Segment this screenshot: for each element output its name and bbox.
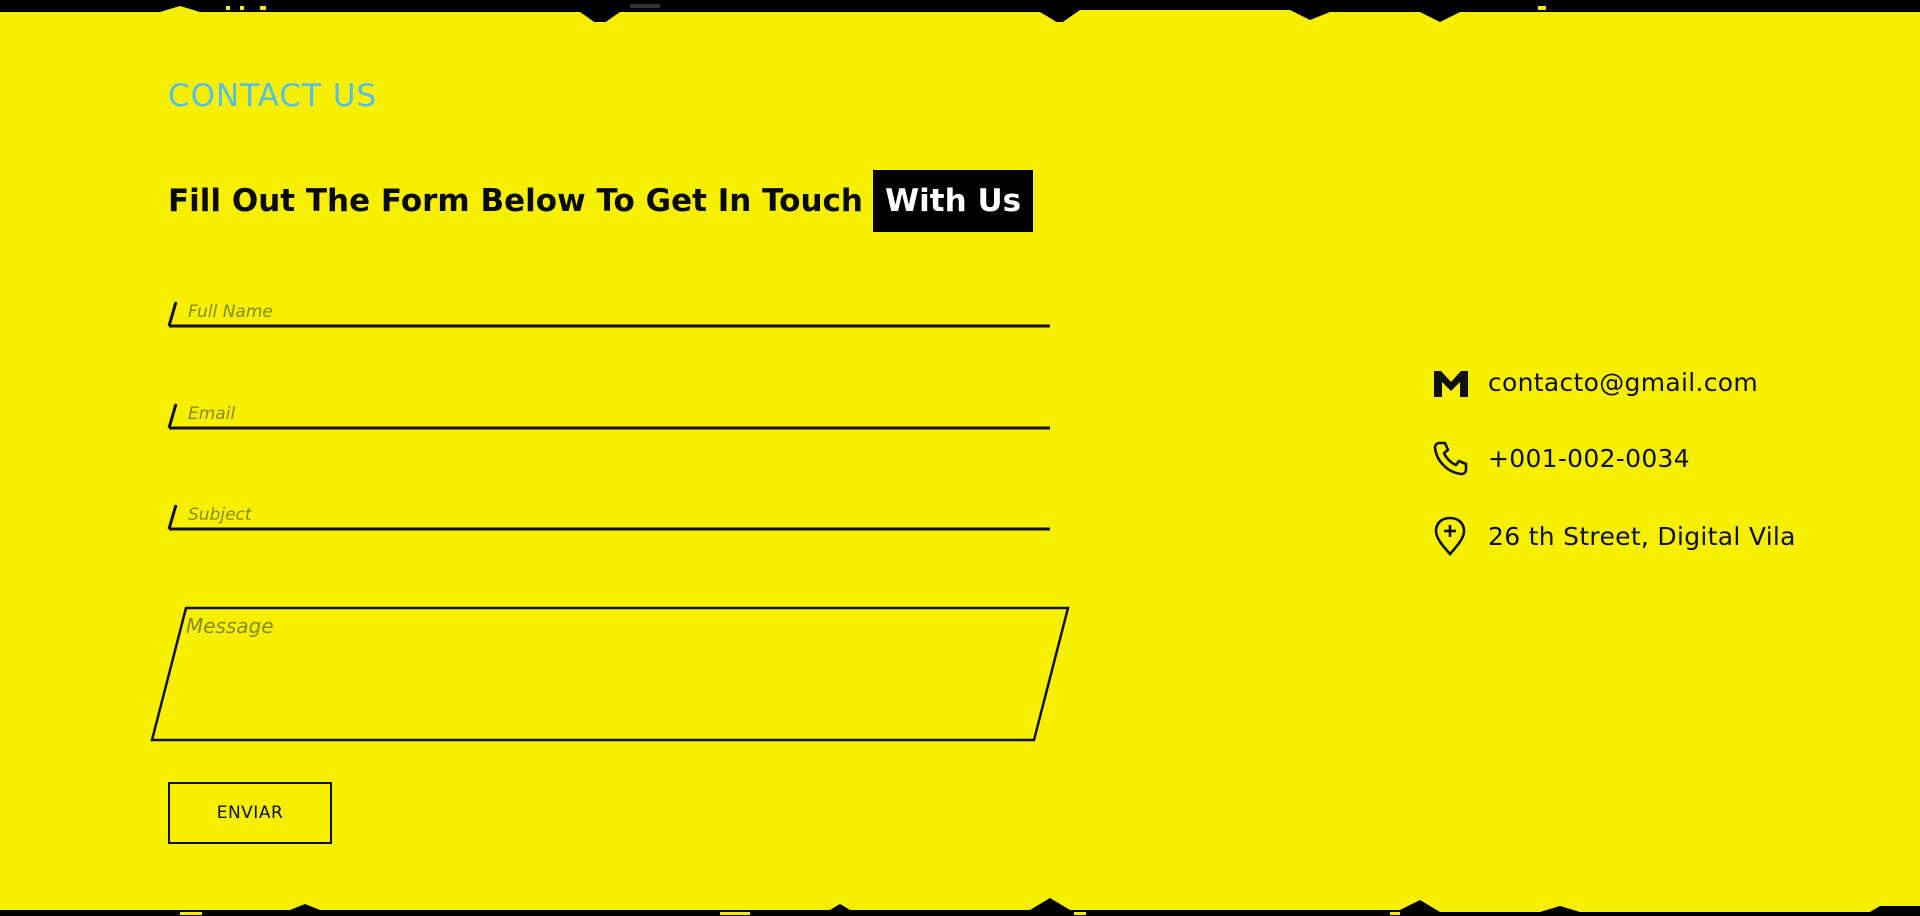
full-name-input[interactable] — [186, 296, 1030, 328]
page-title: Fill Out The Form Below To Get In Touch … — [168, 170, 1034, 232]
subject-input[interactable] — [186, 499, 1030, 531]
headline-main: Fill Out The Form Below To Get In Touch — [168, 183, 863, 219]
location-pin-icon — [1432, 516, 1474, 556]
bottom-edge-decoration — [0, 898, 1920, 916]
email-field — [166, 394, 1050, 434]
gmail-icon — [1432, 362, 1474, 402]
contact-email-text: contacto@gmail.com — [1488, 367, 1759, 397]
phone-icon — [1432, 438, 1474, 478]
subject-field — [166, 495, 1050, 535]
contact-address[interactable]: 26 th Street, Digital Vila — [1432, 516, 1796, 556]
contact-phone-text: +001-002-0034 — [1488, 443, 1690, 473]
contact-address-text: 26 th Street, Digital Vila — [1488, 521, 1796, 551]
section-label: CONTACT US — [168, 78, 378, 114]
headline-highlight: With Us — [872, 170, 1034, 232]
contact-phone[interactable]: +001-002-0034 — [1432, 438, 1690, 478]
contact-email[interactable]: contacto@gmail.com — [1432, 362, 1758, 402]
email-input[interactable] — [186, 398, 1030, 430]
top-edge-decoration — [0, 0, 1920, 22]
full-name-field — [166, 292, 1050, 332]
submit-button[interactable]: ENVIAR — [168, 782, 332, 844]
message-field — [150, 606, 1070, 742]
message-input[interactable] — [184, 612, 1028, 726]
